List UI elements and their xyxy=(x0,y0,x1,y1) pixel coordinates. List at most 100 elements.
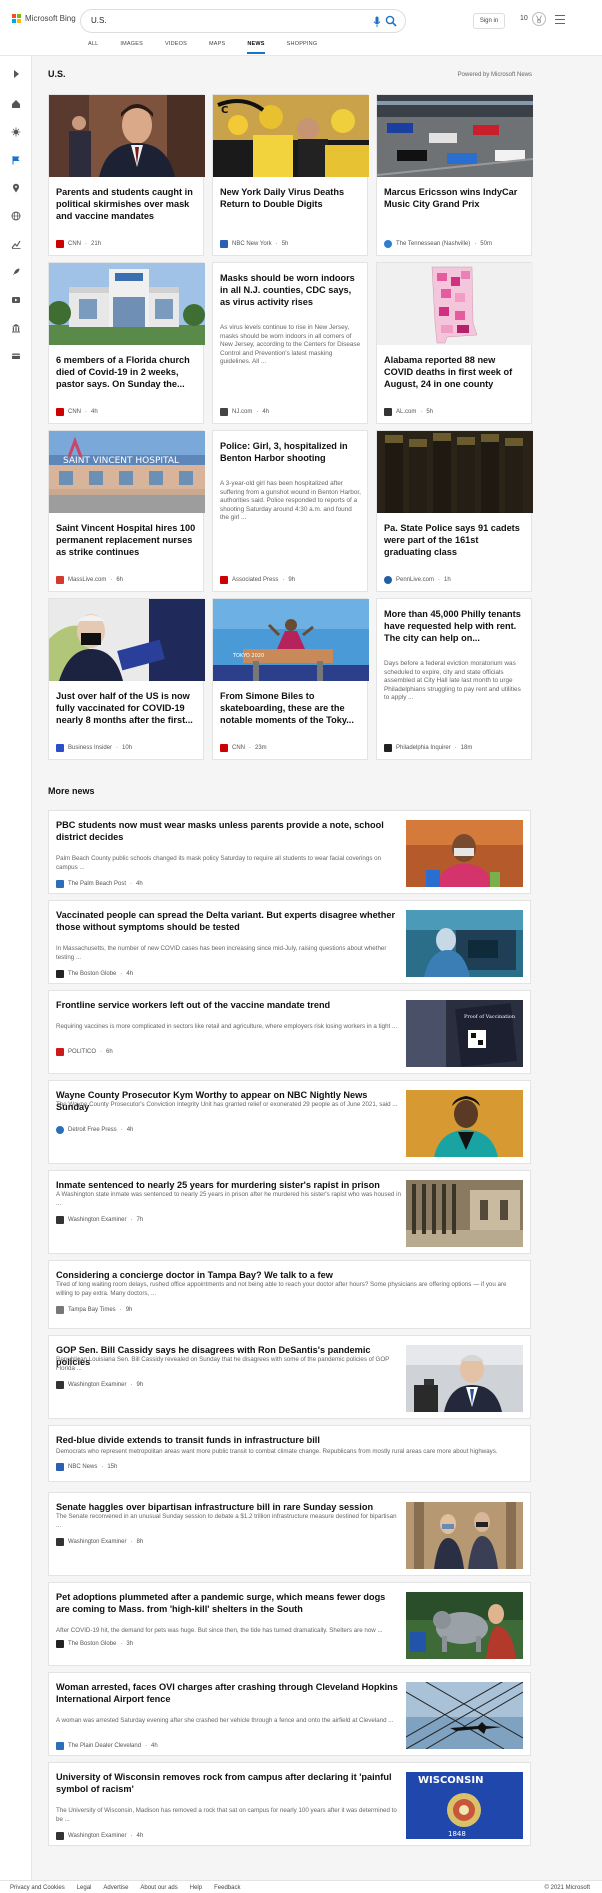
news-list-item[interactable]: Woman arrested, faces OVI charges after … xyxy=(48,1672,531,1756)
news-card[interactable]: SAINT VINCENT HOSPITAL Saint Vincent Hos… xyxy=(48,430,205,592)
footer-link-about-ads[interactable]: About our ads xyxy=(140,1885,177,1891)
news-list-item[interactable]: Wayne County Prosecutor Kym Worthy to ap… xyxy=(48,1080,531,1164)
home-icon[interactable] xyxy=(11,96,21,108)
bing-logo[interactable]: Microsoft Bing xyxy=(12,14,76,23)
footer-link-help[interactable]: Help xyxy=(190,1885,202,1891)
card-title[interactable]: Police: Girl, 3, hospitalized in Benton … xyxy=(220,440,362,464)
news-list-item[interactable]: University of Wisconsin removes rock fro… xyxy=(48,1762,531,1846)
item-thumbnail: WISCONSIN 1848 xyxy=(406,1772,523,1839)
card-title[interactable]: Marcus Ericsson wins IndyCar Music City … xyxy=(384,186,526,210)
news-list-item[interactable]: Pet adoptions plummeted after a pandemic… xyxy=(48,1582,531,1666)
item-description: Tired of long waiting room delays, rushe… xyxy=(56,1281,507,1297)
item-title[interactable]: Frontline service workers left out of th… xyxy=(56,999,401,1011)
local-pin-icon[interactable] xyxy=(11,180,21,193)
tab-videos[interactable]: VIDEOS xyxy=(165,41,187,51)
item-title[interactable]: Inmate sentenced to nearly 25 years for … xyxy=(56,1179,401,1191)
news-list-item[interactable]: GOP Sen. Bill Cassidy says he disagrees … xyxy=(48,1335,531,1419)
item-description: A Washington state inmate was sentenced … xyxy=(56,1191,401,1207)
item-source: Washington Examiner · 7h xyxy=(56,1216,143,1224)
item-title[interactable]: Senate haggles over bipartisan infrastru… xyxy=(56,1501,401,1513)
news-card[interactable]: Masks should be worn indoors in all N.J.… xyxy=(212,262,368,424)
source-logo-icon xyxy=(56,1640,64,1648)
footer-link-advertise[interactable]: Advertise xyxy=(103,1885,128,1891)
card-source: CNN · 23m xyxy=(220,744,267,752)
news-image xyxy=(49,263,205,345)
card-title[interactable]: Pa. State Police says 91 cadets were par… xyxy=(384,522,526,558)
source-logo-icon xyxy=(56,576,64,584)
powered-by-label: Powered by Microsoft News xyxy=(457,72,532,78)
search-input[interactable]: U.S. xyxy=(91,16,107,25)
item-description: A woman was arrested Saturday evening af… xyxy=(56,1717,394,1724)
news-card[interactable]: Just over half of the US is now fully va… xyxy=(48,598,205,760)
news-card[interactable]: C New York Daily Virus Deaths Return to … xyxy=(212,94,369,256)
news-image: SAINT VINCENT HOSPITAL xyxy=(49,431,205,513)
item-title[interactable]: PBC students now must wear masks unless … xyxy=(56,819,401,843)
expand-sidebar-icon[interactable] xyxy=(11,66,21,78)
news-card[interactable]: Parents and students caught in political… xyxy=(48,94,205,256)
card-title[interactable]: 6 members of a Florida church died of Co… xyxy=(56,354,198,390)
technology-rocket-icon[interactable] xyxy=(11,264,21,276)
tab-news[interactable]: NEWS xyxy=(247,41,265,54)
hamburger-menu-icon[interactable] xyxy=(555,15,565,24)
covid-virus-icon[interactable] xyxy=(11,124,21,137)
item-thumbnail xyxy=(406,1180,523,1247)
business-chart-icon[interactable] xyxy=(11,236,21,249)
news-card[interactable]: Police: Girl, 3, hospitalized in Benton … xyxy=(212,430,368,592)
item-title[interactable]: Pet adoptions plummeted after a pandemic… xyxy=(56,1591,401,1615)
card-description: Days before a federal eviction moratoriu… xyxy=(384,660,521,702)
item-title[interactable]: Vaccinated people can spread the Delta v… xyxy=(56,909,401,933)
svg-text:1848: 1848 xyxy=(448,1830,466,1838)
tab-all[interactable]: ALL xyxy=(88,41,98,51)
rewards-points[interactable]: 10 xyxy=(520,15,528,22)
footer-link-legal[interactable]: Legal xyxy=(77,1885,92,1891)
card-title[interactable]: New York Daily Virus Deaths Return to Do… xyxy=(220,186,362,210)
source-logo-icon xyxy=(384,744,392,752)
news-card[interactable]: Alabama reported 88 new COVID deaths in … xyxy=(376,262,533,424)
card-title[interactable]: Just over half of the US is now fully va… xyxy=(56,690,198,726)
news-list-item[interactable]: Vaccinated people can spread the Delta v… xyxy=(48,900,531,984)
tab-maps[interactable]: MAPS xyxy=(209,41,225,51)
footer-link-privacy[interactable]: Privacy and Cookies xyxy=(10,1885,65,1891)
item-description: The Senate reconvened in an unusual Sund… xyxy=(56,1513,397,1529)
news-card[interactable]: Marcus Ericsson wins IndyCar Music City … xyxy=(376,94,533,256)
item-source: Detroit Free Press · 4h xyxy=(56,1126,133,1134)
card-source: CNN · 4h xyxy=(56,408,98,416)
money-card-icon[interactable] xyxy=(11,348,21,359)
source-logo-icon xyxy=(220,744,228,752)
search-box[interactable]: U.S. xyxy=(80,9,406,33)
item-title[interactable]: Woman arrested, faces OVI charges after … xyxy=(56,1681,401,1705)
tab-images[interactable]: IMAGES xyxy=(120,41,143,51)
card-title[interactable]: Parents and students caught in political… xyxy=(56,186,198,222)
news-list-item[interactable]: Red-blue divide extends to transit funds… xyxy=(48,1425,531,1482)
card-title[interactable]: From Simone Biles to skateboarding, thes… xyxy=(220,690,362,726)
world-globe-icon[interactable] xyxy=(11,208,21,221)
news-card[interactable]: 6 members of a Florida church died of Co… xyxy=(48,262,205,424)
item-title[interactable]: Considering a concierge doctor in Tampa … xyxy=(56,1269,521,1281)
news-list-item[interactable]: Inmate sentenced to nearly 25 years for … xyxy=(48,1170,531,1254)
card-title[interactable]: Masks should be worn indoors in all N.J.… xyxy=(220,272,362,308)
item-title[interactable]: University of Wisconsin removes rock fro… xyxy=(56,1771,401,1795)
rewards-medal-icon[interactable] xyxy=(532,12,546,26)
card-title[interactable]: Alabama reported 88 new COVID deaths in … xyxy=(384,354,526,390)
us-flag-icon[interactable] xyxy=(11,152,21,165)
news-list-item[interactable]: Senate haggles over bipartisan infrastru… xyxy=(48,1492,531,1576)
card-title[interactable]: Saint Vincent Hospital hires 100 permane… xyxy=(56,522,198,558)
entertainment-video-icon[interactable] xyxy=(11,292,21,303)
news-card[interactable]: TOKYO 2020 From Simone Biles to skateboa… xyxy=(212,598,369,760)
news-card[interactable]: More than 45,000 Philly tenants have req… xyxy=(376,598,532,760)
politics-building-icon[interactable] xyxy=(11,320,21,333)
item-source: Washington Examiner · 9h xyxy=(56,1381,143,1389)
item-title[interactable]: Red-blue divide extends to transit funds… xyxy=(56,1434,521,1446)
sign-in-button[interactable]: Sign in xyxy=(473,13,505,29)
news-list-item[interactable]: PBC students now must wear masks unless … xyxy=(48,810,531,894)
item-description: Democrats who represent metropolitan are… xyxy=(56,1448,498,1455)
search-icon[interactable] xyxy=(385,15,397,27)
svg-text:TOKYO 2020: TOKYO 2020 xyxy=(232,653,264,659)
news-card[interactable]: Pa. State Police says 91 cadets were par… xyxy=(376,430,533,592)
footer-link-feedback[interactable]: Feedback xyxy=(214,1885,240,1891)
microphone-icon[interactable] xyxy=(373,16,381,28)
news-list-item[interactable]: Considering a concierge doctor in Tampa … xyxy=(48,1260,531,1329)
news-list-item[interactable]: Frontline service workers left out of th… xyxy=(48,990,531,1074)
card-title[interactable]: More than 45,000 Philly tenants have req… xyxy=(384,608,526,644)
tab-shopping[interactable]: SHOPPING xyxy=(287,41,318,51)
